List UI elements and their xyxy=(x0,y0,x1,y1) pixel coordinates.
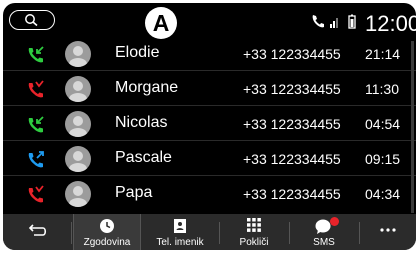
more-dots-icon xyxy=(380,228,396,232)
contact-name: Pascale xyxy=(115,149,172,166)
phone-number: +33 122334455 xyxy=(243,46,341,62)
tab-contacts-label: Tel. imenik xyxy=(156,237,204,248)
battery-icon xyxy=(348,14,356,29)
call-row[interactable]: Nicolas +33 122334455 04:54 xyxy=(3,107,416,141)
tab-sms-label: SMS xyxy=(313,237,335,248)
callout-marker: A xyxy=(145,7,177,39)
call-row[interactable]: Elodie +33 122334455 21:14 xyxy=(3,37,416,71)
contact-name: Papa xyxy=(115,184,153,201)
search-button[interactable] xyxy=(9,10,55,30)
incoming-call-icon xyxy=(28,116,44,133)
phone-number: +33 122334455 xyxy=(243,81,341,97)
divider xyxy=(71,222,72,244)
call-time: 04:34 xyxy=(365,186,401,202)
missed-call-icon xyxy=(28,185,44,203)
contact-avatar xyxy=(65,41,91,67)
tab-history-label: Zgodovina xyxy=(83,237,131,248)
missed-call-icon xyxy=(28,80,44,98)
contact-avatar xyxy=(65,76,91,102)
clock-icon xyxy=(100,219,114,233)
contact-avatar xyxy=(65,146,91,172)
incoming-call-icon xyxy=(28,46,44,63)
phone-number: +33 122334455 xyxy=(243,186,341,202)
keypad-icon xyxy=(247,218,261,232)
phone-number: +33 122334455 xyxy=(243,116,341,132)
phone-number: +33 122334455 xyxy=(243,151,341,167)
contact-name: Nicolas xyxy=(115,114,168,131)
contact-avatar xyxy=(65,111,91,137)
call-row[interactable]: Papa +33 122334455 04:34 xyxy=(3,177,416,211)
contact-name: Morgane xyxy=(115,79,179,96)
notification-badge xyxy=(330,217,339,226)
phone-icon xyxy=(312,15,324,28)
more-button[interactable] xyxy=(360,214,416,250)
tab-contacts[interactable]: Tel. imenik xyxy=(143,214,217,250)
search-icon xyxy=(25,14,38,27)
contact-avatar xyxy=(65,181,91,207)
call-time: 21:14 xyxy=(365,46,401,62)
scrollbar[interactable] xyxy=(411,41,414,213)
tab-dial[interactable]: Pokliči xyxy=(220,214,288,250)
tab-history[interactable]: Zgodovina xyxy=(73,214,141,250)
call-time: 09:15 xyxy=(365,151,401,167)
call-row[interactable]: Morgane +33 122334455 11:30 xyxy=(3,72,416,106)
bottom-navigation-bar: Zgodovina Tel. imenik Pokliči SMS xyxy=(3,214,416,250)
call-time: 04:54 xyxy=(365,116,401,132)
tab-dial-label: Pokliči xyxy=(239,237,269,248)
call-row[interactable]: Pascale +33 122334455 09:15 xyxy=(3,142,416,176)
call-time: 11:30 xyxy=(365,81,399,97)
status-icons xyxy=(312,14,356,29)
signal-strength-icon xyxy=(330,18,338,28)
contact-name: Elodie xyxy=(115,44,160,61)
back-arrow-icon xyxy=(28,224,47,236)
back-button[interactable] xyxy=(3,214,71,250)
top-bar: A 12:00 xyxy=(3,3,416,41)
infotainment-screen: A 12:00 Elodie +33 122334455 21:14 Morga… xyxy=(3,3,416,250)
outgoing-call-icon xyxy=(28,151,44,168)
clock: 12:00 xyxy=(365,11,416,36)
phonebook-icon xyxy=(174,219,186,233)
tab-sms[interactable]: SMS xyxy=(290,214,358,250)
